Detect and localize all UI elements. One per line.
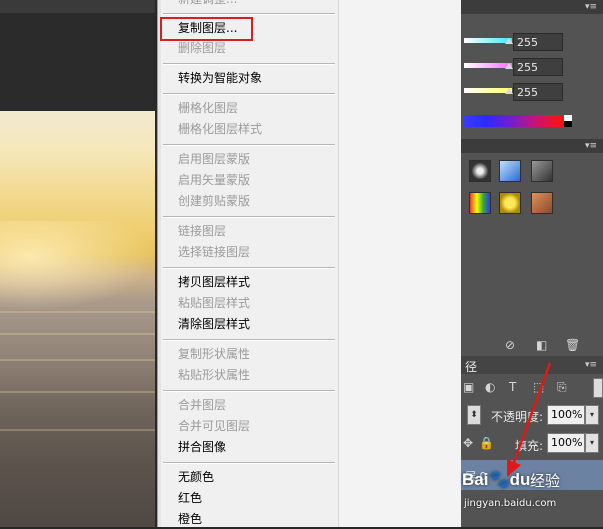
highlight-box xyxy=(160,17,253,41)
watermark-url: jingyan.baidu.com xyxy=(464,498,557,509)
color-panel-header: ▾≡ xyxy=(461,0,603,14)
menu-gutter xyxy=(158,0,161,527)
sea-reflection xyxy=(0,429,155,431)
canvas-image[interactable] xyxy=(0,111,155,527)
menu-item-delete-layer: 删除图层 xyxy=(178,41,227,55)
cyan-value[interactable]: 255 xyxy=(513,33,563,51)
style-swatch[interactable] xyxy=(499,160,521,182)
menu-item-flatten-image[interactable]: 拼合图像 xyxy=(178,437,226,457)
menu-item-new-adjustment: 新建调整... xyxy=(178,0,237,9)
fill-dropdown[interactable]: ▾ xyxy=(585,433,599,453)
style-swatch[interactable] xyxy=(499,192,521,214)
menu-item-no-color[interactable]: 无颜色 xyxy=(178,467,214,487)
black-white-swatch[interactable] xyxy=(564,115,572,127)
menu-item-enable-vector-mask: 启用矢量蒙版 xyxy=(178,173,251,187)
menu-item-copy-layer-style[interactable]: 拷贝图层样式 xyxy=(178,272,250,292)
menu-item-rasterize-layer: 栅格化图层 xyxy=(178,101,239,115)
annotation-arrow xyxy=(507,362,552,477)
sea-reflection xyxy=(0,311,155,313)
yellow-value[interactable]: 255 xyxy=(513,83,563,101)
menu-item-create-clipping-mask: 创建剪贴蒙版 xyxy=(178,194,251,208)
panel-menu-icon[interactable]: ▾≡ xyxy=(585,360,597,370)
color-spectrum-bar[interactable] xyxy=(464,115,572,127)
menu-item-enable-layer-mask: 启用图层蒙版 xyxy=(178,152,251,166)
paw-icon: 🐾 xyxy=(488,470,510,489)
filter-toggle[interactable] xyxy=(593,378,603,398)
menu-separator xyxy=(163,93,335,95)
menu-item-paste-shape-attributes: 粘贴形状属性 xyxy=(178,368,251,382)
no-style-icon[interactable]: ⊘ xyxy=(505,338,515,352)
document-tab-strip xyxy=(0,0,155,13)
menu-item-clear-layer-style[interactable]: 清除图层样式 xyxy=(178,314,250,334)
slider-handle[interactable] xyxy=(505,63,513,69)
watermark-logo: Bai🐾du xyxy=(462,470,530,490)
menu-item-merge-layers: 合并图层 xyxy=(178,398,227,412)
panel-menu-icon[interactable]: ▾≡ xyxy=(585,141,597,151)
menu-item-copy-shape-attributes: 复制形状属性 xyxy=(178,347,251,361)
menu-separator xyxy=(163,462,335,464)
new-style-icon[interactable]: ◧ xyxy=(536,338,547,352)
menu-item-orange[interactable]: 橙色 xyxy=(178,509,202,529)
slider-handle[interactable] xyxy=(505,38,513,44)
arrow-shaft xyxy=(511,362,552,466)
opacity-dropdown[interactable]: ▾ xyxy=(585,405,599,425)
styles-panel-header: ▾≡ xyxy=(461,139,603,153)
menu-separator xyxy=(163,267,335,269)
baidu-watermark: Bai🐾du 经验 jingyan.baidu.com xyxy=(462,470,603,527)
menu-separator xyxy=(163,13,335,15)
slider-handle[interactable] xyxy=(505,88,513,94)
menu-separator xyxy=(163,63,335,65)
style-swatch[interactable] xyxy=(469,192,491,214)
layer-context-menu: 新建调整... 复制图层... 删除图层 转换为智能对象 栅格化图层 栅格化图层… xyxy=(157,0,340,527)
menu-submenu-area xyxy=(338,0,462,527)
menu-separator xyxy=(163,339,335,341)
menu-separator xyxy=(163,216,335,218)
menu-item-convert-smart-object[interactable]: 转换为智能对象 xyxy=(178,68,262,88)
menu-separator xyxy=(163,144,335,146)
document-tabbar xyxy=(0,0,155,111)
watermark-jingyan: 经验 xyxy=(530,472,561,490)
trash-icon[interactable]: 🗑 xyxy=(565,338,580,352)
style-swatch[interactable] xyxy=(531,192,553,214)
menu-item-merge-visible: 合并可见图层 xyxy=(178,419,251,433)
watermark-suffix: du xyxy=(509,470,531,489)
menu-item-link-layers: 链接图层 xyxy=(178,224,227,238)
watermark-brand: Bai xyxy=(462,470,489,489)
style-swatch[interactable] xyxy=(469,160,491,182)
sea-reflection xyxy=(0,333,155,335)
panel-menu-icon[interactable]: ▾≡ xyxy=(585,2,597,12)
sea-reflection xyxy=(0,359,155,361)
sun-glow xyxy=(0,221,155,311)
magenta-value[interactable]: 255 xyxy=(513,58,563,76)
menu-item-paste-layer-style: 粘贴图层样式 xyxy=(178,296,251,310)
style-swatch[interactable] xyxy=(531,160,553,182)
menu-separator xyxy=(163,390,335,392)
sea-reflection xyxy=(0,391,155,393)
menu-item-red[interactable]: 红色 xyxy=(178,488,202,508)
menu-item-select-linked-layers: 选择链接图层 xyxy=(178,245,251,259)
menu-item-rasterize-layer-style: 栅格化图层样式 xyxy=(178,122,263,136)
